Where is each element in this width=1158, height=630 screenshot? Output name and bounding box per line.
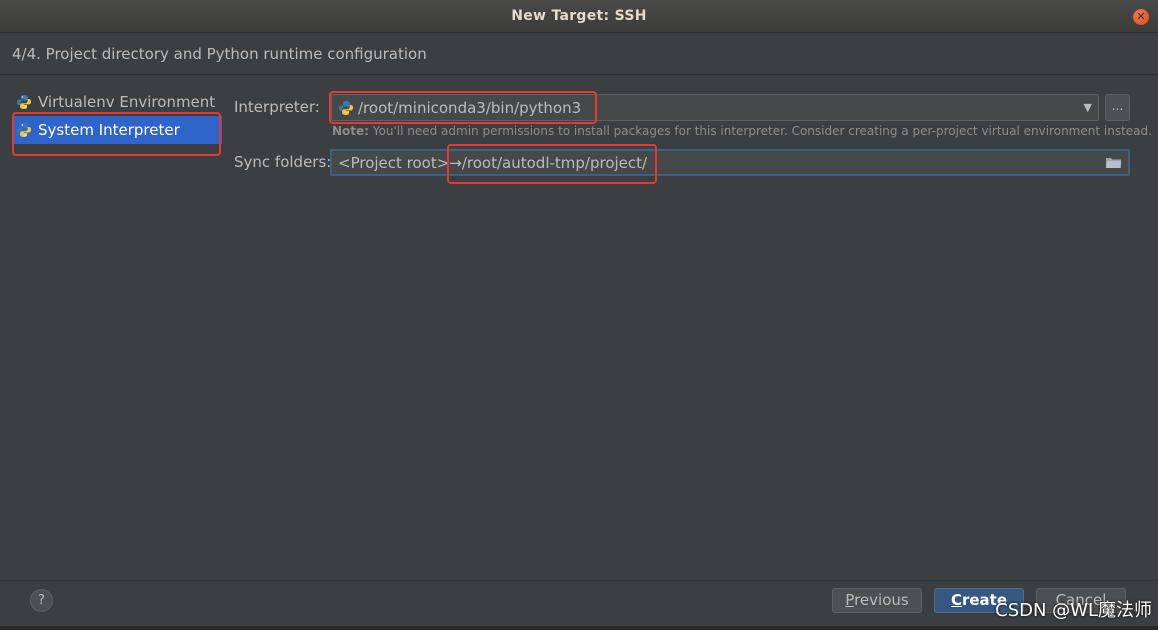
env-item-label: Virtualenv Environment — [38, 93, 216, 111]
python-icon — [339, 100, 353, 115]
interpreter-label: Interpreter: — [234, 98, 320, 116]
watermark: CSDN @WL魔法师 — [995, 600, 1152, 621]
help-button[interactable]: ? — [30, 589, 53, 612]
sync-folders-value: <Project root>→/root/autodl-tmp/project/ — [338, 153, 648, 172]
dialog-footer: ? Previous Create Cancel — [0, 580, 1158, 630]
interpreter-select[interactable]: /root/miniconda3/bin/python3 ▼ — [331, 94, 1099, 121]
sync-folders-label: Sync folders: — [234, 153, 332, 171]
env-item-label: System Interpreter — [38, 121, 180, 139]
chevron-down-icon[interactable]: ▼ — [1084, 101, 1092, 114]
note-text: You'll need admin permissions to install… — [368, 124, 1152, 138]
create-mnemonic: C — [950, 591, 962, 609]
env-item-system-interpreter[interactable]: System Interpreter — [12, 116, 222, 144]
previous-label: revious — [854, 591, 909, 609]
step-header: 4/4. Project directory and Python runtim… — [0, 33, 1158, 75]
close-button[interactable]: ✕ — [1133, 9, 1149, 25]
title-bar: New Target: SSH ✕ — [0, 0, 1158, 33]
interpreter-value: /root/miniconda3/bin/python3 — [358, 98, 582, 117]
sync-folders-field[interactable]: <Project root>→/root/autodl-tmp/project/ — [330, 149, 1130, 176]
bottom-strip — [0, 626, 1158, 630]
environment-list: Virtualenv Environment System Interprete… — [12, 88, 222, 144]
step-title: 4/4. Project directory and Python runtim… — [12, 44, 427, 63]
env-item-virtualenv[interactable]: Virtualenv Environment — [12, 88, 222, 116]
close-icon: ✕ — [1136, 10, 1146, 23]
python-icon — [17, 95, 31, 109]
previous-button[interactable]: Previous — [832, 588, 922, 613]
window-title: New Target: SSH — [511, 8, 647, 24]
folder-icon[interactable] — [1106, 157, 1121, 168]
previous-mnemonic: P — [845, 591, 855, 609]
browse-interpreter-button[interactable]: ... — [1105, 94, 1130, 121]
interpreter-note: Note: You'll need admin permissions to i… — [332, 124, 1152, 138]
python-icon — [17, 123, 31, 137]
note-prefix: Note: — [332, 124, 369, 138]
